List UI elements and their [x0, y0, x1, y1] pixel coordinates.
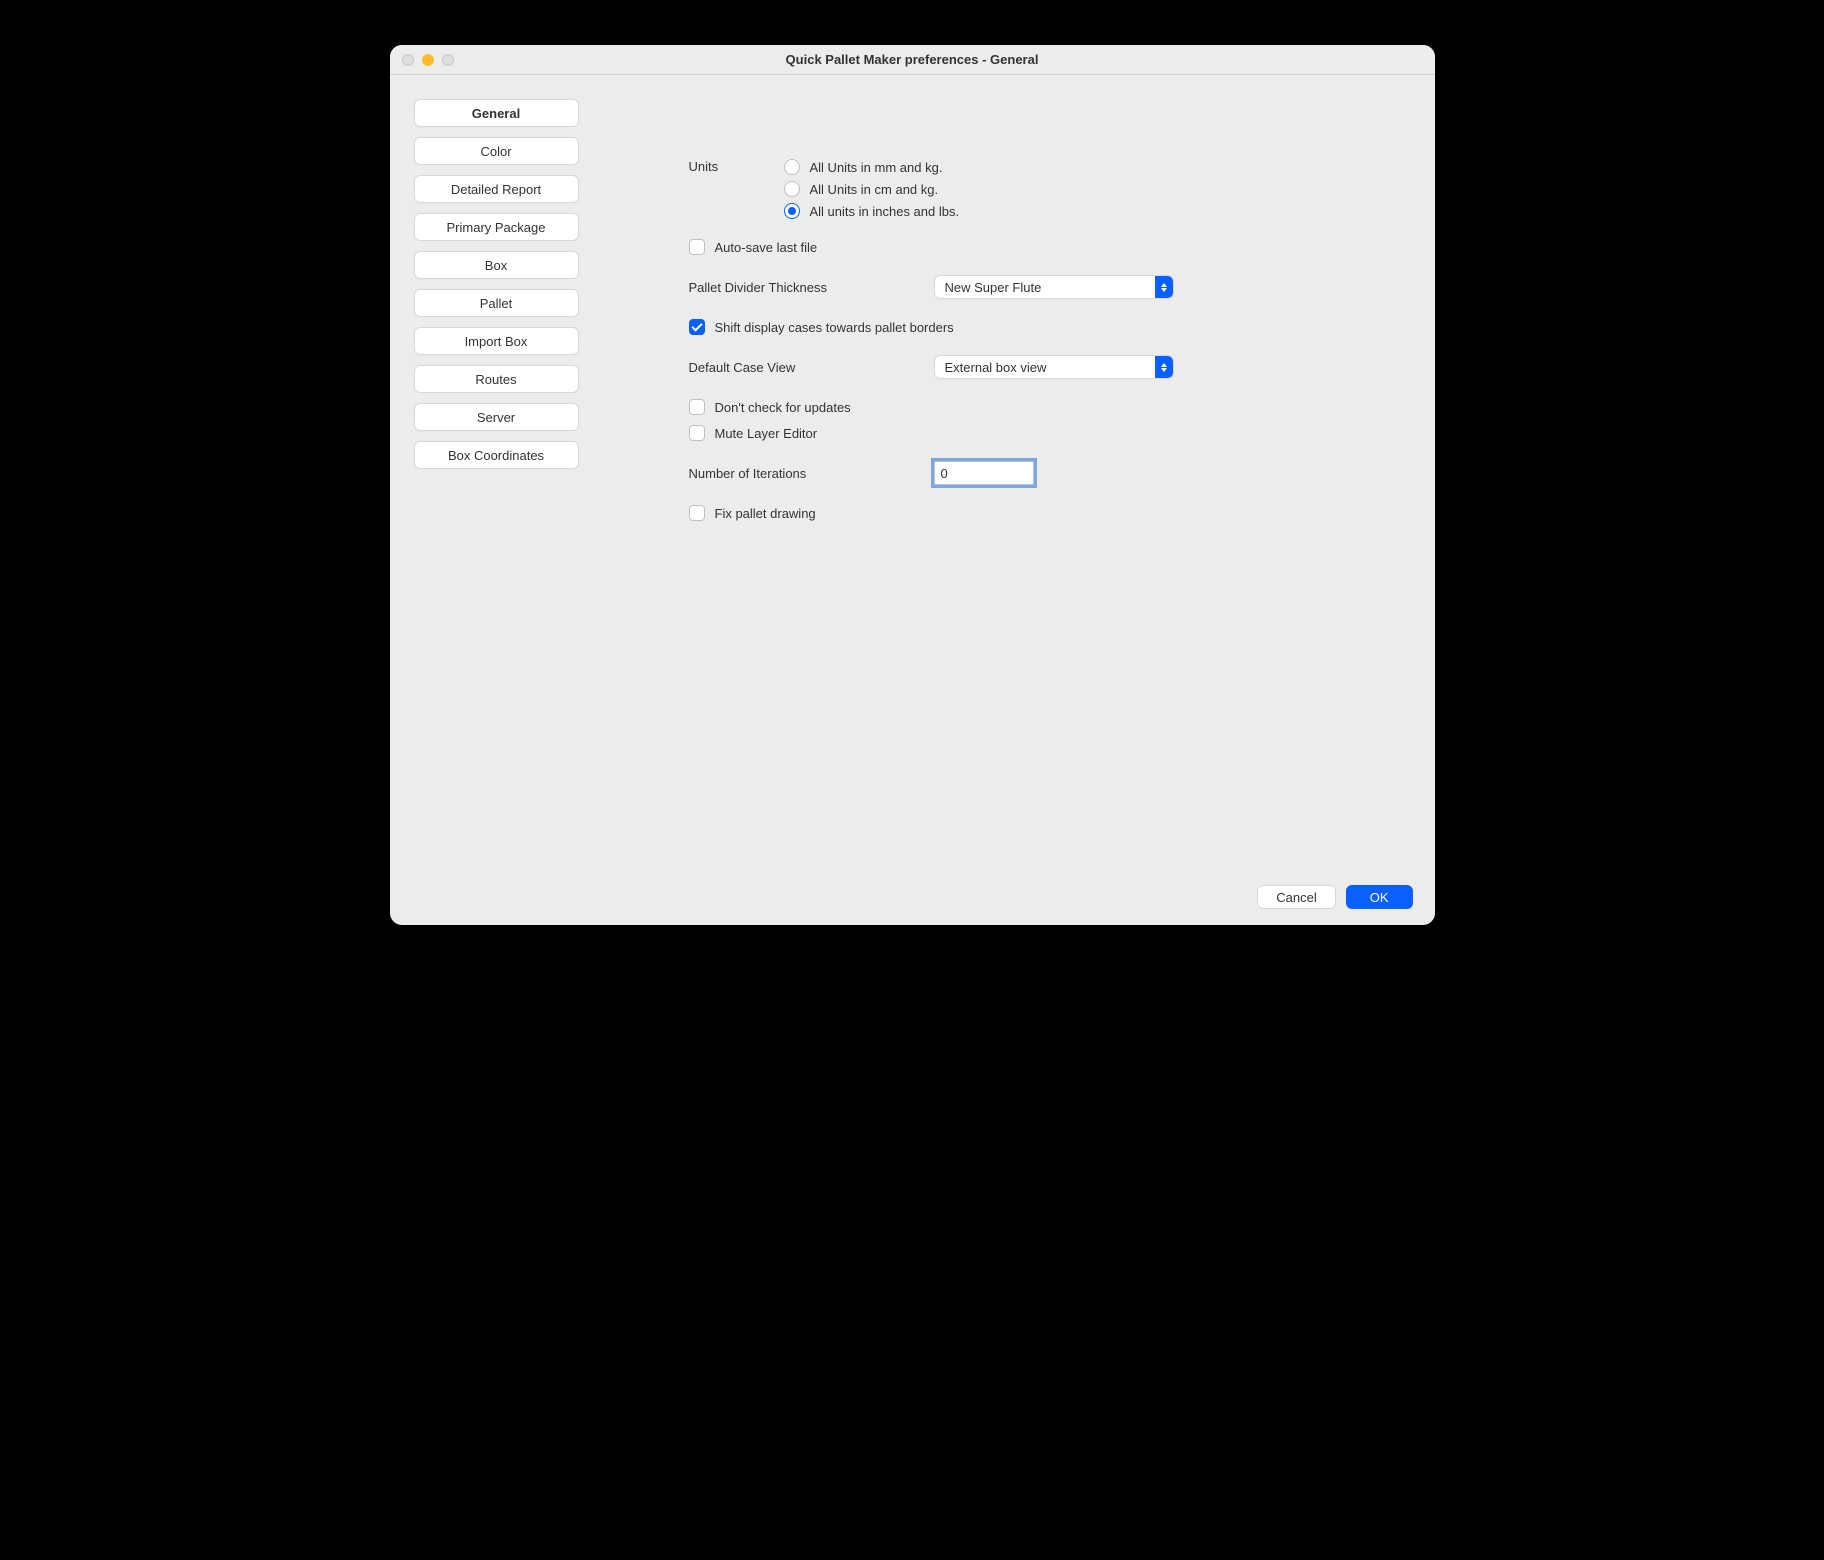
units-option-mm-kg[interactable]: All Units in mm and kg. — [784, 159, 960, 175]
close-icon[interactable] — [402, 54, 414, 66]
shift-checkbox[interactable]: Shift display cases towards pallet borde… — [689, 319, 1209, 335]
footer: Cancel OK — [390, 869, 1435, 925]
checkbox-label: Fix pallet drawing — [715, 506, 816, 521]
sidebar-item-detailed-report[interactable]: Detailed Report — [414, 175, 579, 203]
sidebar-item-label: Color — [480, 144, 511, 159]
sidebar: General Color Detailed Report Primary Pa… — [414, 99, 579, 845]
main-panel: Units All Units in mm and kg. All Units … — [619, 99, 1411, 845]
radio-dot-icon — [788, 207, 796, 215]
sidebar-item-pallet[interactable]: Pallet — [414, 289, 579, 317]
sidebar-item-general[interactable]: General — [414, 99, 579, 127]
units-row: Units All Units in mm and kg. All Units … — [689, 159, 1209, 219]
minimize-icon[interactable] — [422, 54, 434, 66]
checkbox-icon — [689, 505, 705, 521]
caseview-row: Default Case View External box view — [689, 355, 1209, 379]
chevron-updown-icon — [1155, 276, 1173, 298]
fixpallet-checkbox[interactable]: Fix pallet drawing — [689, 505, 1209, 521]
sidebar-item-box[interactable]: Box — [414, 251, 579, 279]
sidebar-item-server[interactable]: Server — [414, 403, 579, 431]
checkbox-label: Don't check for updates — [715, 400, 851, 415]
preferences-window: Quick Pallet Maker preferences - General… — [390, 45, 1435, 925]
checkbox-label: Mute Layer Editor — [715, 426, 818, 441]
divider-row: Pallet Divider Thickness New Super Flute — [689, 275, 1209, 299]
sidebar-item-label: Routes — [475, 372, 516, 387]
select-value: New Super Flute — [945, 280, 1042, 295]
sidebar-item-label: Import Box — [465, 334, 528, 349]
cancel-button[interactable]: Cancel — [1257, 885, 1335, 909]
sidebar-item-label: Detailed Report — [451, 182, 541, 197]
sidebar-item-label: Box — [485, 258, 507, 273]
sidebar-item-color[interactable]: Color — [414, 137, 579, 165]
select-value: External box view — [945, 360, 1047, 375]
divider-label: Pallet Divider Thickness — [689, 280, 934, 295]
mute-checkbox[interactable]: Mute Layer Editor — [689, 425, 1209, 441]
window-title: Quick Pallet Maker preferences - General — [402, 52, 1423, 67]
iterations-label: Number of Iterations — [689, 466, 934, 481]
checkbox-icon — [689, 239, 705, 255]
radio-icon — [784, 159, 800, 175]
sidebar-item-box-coordinates[interactable]: Box Coordinates — [414, 441, 579, 469]
titlebar: Quick Pallet Maker preferences - General — [390, 45, 1435, 75]
divider-select[interactable]: New Super Flute — [934, 275, 1174, 299]
iterations-row: Number of Iterations — [689, 461, 1209, 485]
sidebar-item-label: Box Coordinates — [448, 448, 544, 463]
iterations-input[interactable] — [934, 461, 1034, 485]
checkbox-label: Shift display cases towards pallet borde… — [715, 320, 954, 335]
units-option-inches-lbs[interactable]: All units in inches and lbs. — [784, 203, 960, 219]
units-radio-group: All Units in mm and kg. All Units in cm … — [784, 159, 960, 219]
radio-icon — [784, 203, 800, 219]
chevron-updown-icon — [1155, 356, 1173, 378]
caseview-label: Default Case View — [689, 360, 934, 375]
autosave-checkbox[interactable]: Auto-save last file — [689, 239, 1209, 255]
radio-icon — [784, 181, 800, 197]
checkbox-icon — [689, 319, 705, 335]
sidebar-item-label: Server — [477, 410, 515, 425]
ok-button[interactable]: OK — [1346, 885, 1413, 909]
radio-label: All Units in mm and kg. — [810, 160, 943, 175]
sidebar-item-import-box[interactable]: Import Box — [414, 327, 579, 355]
sidebar-item-label: Primary Package — [447, 220, 546, 235]
caseview-select[interactable]: External box view — [934, 355, 1174, 379]
form-container: Units All Units in mm and kg. All Units … — [689, 159, 1209, 521]
button-label: Cancel — [1276, 890, 1316, 905]
sidebar-item-primary-package[interactable]: Primary Package — [414, 213, 579, 241]
radio-label: All Units in cm and kg. — [810, 182, 939, 197]
sidebar-item-label: Pallet — [480, 296, 513, 311]
checkbox-icon — [689, 425, 705, 441]
checkbox-icon — [689, 399, 705, 415]
updates-checkbox[interactable]: Don't check for updates — [689, 399, 1209, 415]
units-label: Units — [689, 159, 784, 174]
sidebar-item-routes[interactable]: Routes — [414, 365, 579, 393]
traffic-lights — [402, 54, 454, 66]
sidebar-item-label: General — [472, 106, 520, 121]
content-area: General Color Detailed Report Primary Pa… — [390, 75, 1435, 869]
button-label: OK — [1370, 890, 1389, 905]
checkbox-label: Auto-save last file — [715, 240, 818, 255]
units-option-cm-kg[interactable]: All Units in cm and kg. — [784, 181, 960, 197]
radio-label: All units in inches and lbs. — [810, 204, 960, 219]
maximize-icon[interactable] — [442, 54, 454, 66]
